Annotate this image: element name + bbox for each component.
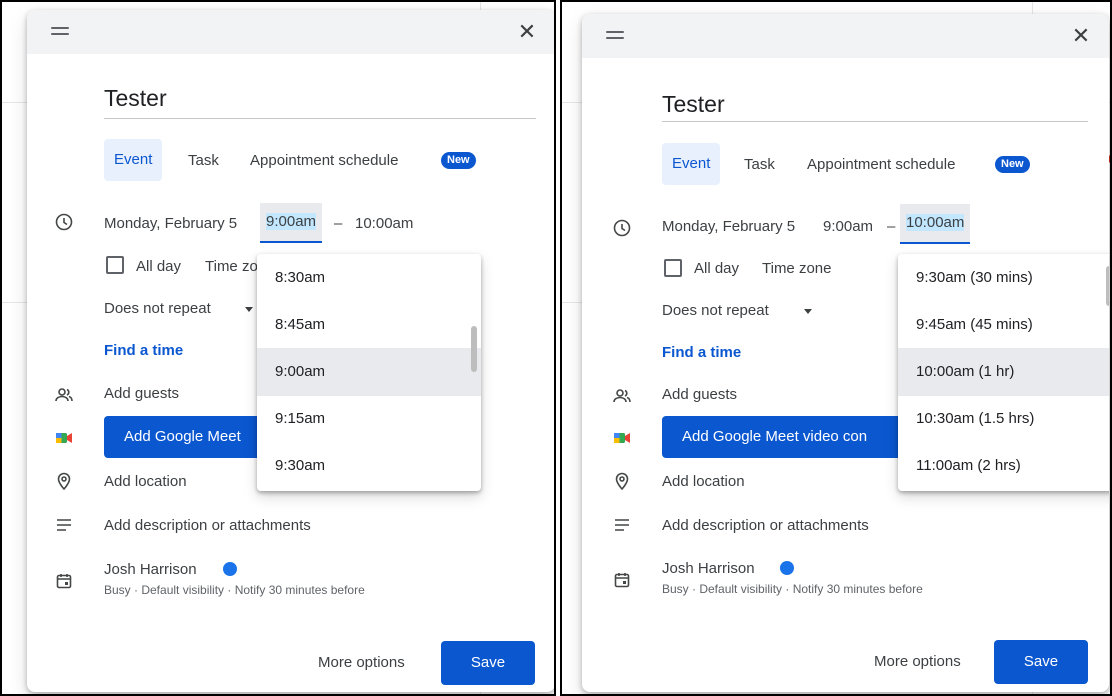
time-option[interactable]: 8:45am	[257, 301, 481, 349]
tab-appointment-schedule[interactable]: Appointment schedule	[250, 152, 398, 169]
calendar-icon	[56, 574, 72, 589]
event-date[interactable]: Monday, February 5	[104, 215, 237, 232]
end-time-field[interactable]: 10:00am	[355, 215, 413, 232]
right-screenshot: ✕ Tester Event Task Appointment schedule…	[560, 0, 1112, 696]
all-day-label: All day	[694, 260, 740, 277]
time-option[interactable]: 9:30am	[257, 442, 481, 490]
time-separator: –	[887, 218, 896, 235]
left-screenshot: ✕ Tester Event Task Appointment schedule…	[0, 0, 556, 696]
end-time-dropdown[interactable]: 9:30am (30 mins) 9:45am (45 mins) 10:00a…	[898, 254, 1109, 491]
duration-option[interactable]: 10:30am (1.5 hrs)	[898, 395, 1109, 443]
owner-details[interactable]: Busy · Default visibility · Notify 30 mi…	[662, 582, 923, 596]
calendar-icon	[614, 573, 630, 588]
close-icon[interactable]: ✕	[513, 18, 541, 46]
all-day-checkbox[interactable]	[106, 256, 124, 274]
all-day-label: All day	[136, 258, 182, 275]
event-dialog: ✕ Tester Event Task Appointment schedule…	[582, 14, 1109, 692]
add-description-input[interactable]: Add description or attachments	[662, 517, 869, 534]
tab-appointment-schedule[interactable]: Appointment schedule	[807, 156, 955, 173]
time-option[interactable]: 9:15am	[257, 395, 481, 443]
event-title-input[interactable]: Tester	[104, 85, 167, 112]
google-meet-icon	[614, 433, 630, 443]
guests-icon	[613, 389, 631, 403]
time-option[interactable]: 8:30am	[257, 254, 481, 302]
tab-task[interactable]: Task	[744, 156, 775, 173]
find-a-time-link[interactable]: Find a time	[104, 342, 183, 359]
add-guests-input[interactable]: Add guests	[104, 385, 179, 402]
event-date[interactable]: Monday, February 5	[662, 218, 795, 235]
tab-event[interactable]: Event	[662, 143, 721, 185]
start-time-field[interactable]: 9:00am	[823, 218, 873, 235]
tab-event[interactable]: Event	[104, 139, 163, 181]
duration-option[interactable]: 9:30am (30 mins)	[898, 254, 1109, 302]
add-google-meet-button[interactable]: Add Google Meet	[104, 416, 264, 458]
close-icon[interactable]: ✕	[1067, 22, 1095, 50]
add-guests-input[interactable]: Add guests	[662, 386, 737, 403]
save-button[interactable]: Save	[994, 640, 1088, 684]
repeat-select[interactable]: Does not repeat	[104, 300, 211, 317]
end-time-field[interactable]: 10:00am	[900, 204, 971, 244]
drag-handle-icon[interactable]	[606, 31, 624, 43]
more-options-button[interactable]: More options	[318, 641, 405, 685]
duration-option[interactable]: 9:45am (45 mins)	[898, 301, 1109, 349]
dropdown-scrollbar[interactable]	[471, 326, 477, 372]
clock-icon	[613, 219, 631, 237]
start-time-dropdown[interactable]: 8:30am 8:45am 9:00am 9:15am 9:30am	[257, 254, 481, 491]
more-options-button[interactable]: More options	[874, 640, 961, 684]
owner-name[interactable]: Josh Harrison	[104, 561, 197, 578]
time-zone-link[interactable]: Time zone	[762, 260, 831, 277]
dropdown-scrollbar[interactable]	[1106, 266, 1109, 306]
end-time-value: 10:00am	[906, 214, 965, 231]
time-separator: –	[334, 215, 343, 232]
chevron-down-icon[interactable]	[245, 307, 253, 312]
clock-icon	[55, 213, 73, 231]
duration-option[interactable]: 11:00am (2 hrs)	[898, 442, 1109, 490]
event-title-input[interactable]: Tester	[662, 91, 725, 118]
tab-task[interactable]: Task	[188, 152, 219, 169]
dialog-header[interactable]: ✕	[27, 10, 554, 54]
time-zone-link[interactable]: Time zo	[205, 258, 258, 275]
add-google-meet-button[interactable]: Add Google Meet video con	[662, 416, 902, 458]
description-icon	[615, 519, 629, 531]
duration-option-selected[interactable]: 10:00am (1 hr)	[898, 348, 1109, 396]
event-dialog: ✕ Tester Event Task Appointment schedule…	[27, 10, 554, 692]
drag-handle-icon[interactable]	[51, 27, 69, 39]
owner-color-dot[interactable]	[223, 562, 237, 576]
location-icon	[57, 472, 71, 491]
google-meet-icon	[56, 433, 72, 443]
owner-name[interactable]: Josh Harrison	[662, 560, 755, 577]
repeat-select[interactable]: Does not repeat	[662, 302, 769, 319]
start-time-field[interactable]: 9:00am	[260, 203, 323, 243]
start-time-value: 9:00am	[266, 213, 317, 230]
all-day-checkbox[interactable]	[664, 259, 682, 277]
description-icon	[57, 519, 71, 531]
save-button[interactable]: Save	[441, 641, 535, 685]
guests-icon	[55, 388, 73, 402]
find-a-time-link[interactable]: Find a time	[662, 344, 741, 361]
new-badge: New	[995, 156, 1030, 173]
owner-details[interactable]: Busy · Default visibility · Notify 30 mi…	[104, 583, 365, 597]
chevron-down-icon[interactable]	[804, 309, 812, 314]
add-description-input[interactable]: Add description or attachments	[104, 517, 311, 534]
new-badge: New	[441, 152, 476, 169]
dialog-header[interactable]: ✕	[582, 14, 1109, 58]
time-option-selected[interactable]: 9:00am	[257, 348, 481, 396]
add-location-input[interactable]: Add location	[662, 473, 745, 490]
owner-color-dot[interactable]	[780, 561, 794, 575]
add-location-input[interactable]: Add location	[104, 473, 187, 490]
location-icon	[615, 472, 629, 491]
